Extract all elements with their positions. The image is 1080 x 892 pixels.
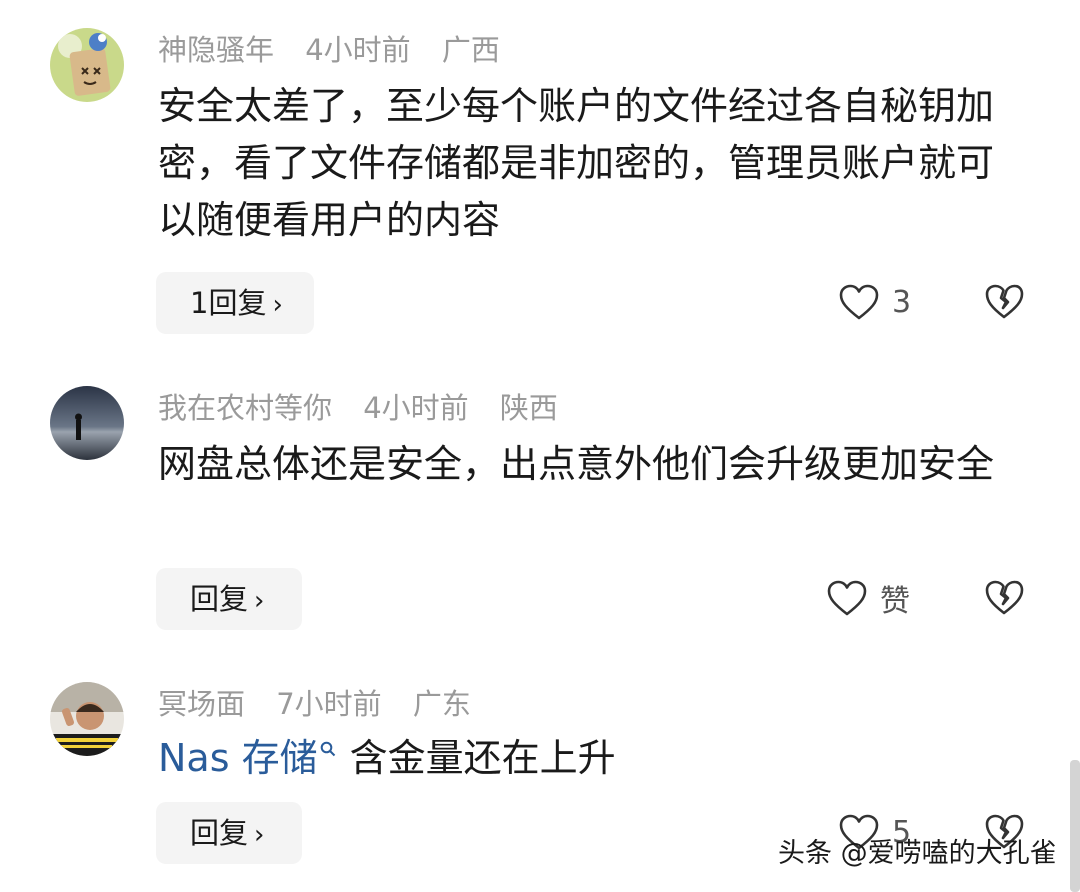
chevron-right-icon: › xyxy=(254,820,265,850)
username[interactable]: 冥场面 xyxy=(158,687,245,721)
timestamp: 4小时前 xyxy=(363,391,469,425)
comment-text: Nas 存储 含金量还在上升 xyxy=(158,730,1018,787)
avatar[interactable] xyxy=(50,28,124,102)
like-count: 3 xyxy=(892,284,912,320)
cartoon-avatar-icon xyxy=(50,28,124,102)
avatar[interactable] xyxy=(50,386,124,460)
comment-meta: 神隐骚年 4小时前 广西 xyxy=(158,32,522,68)
location: 陕西 xyxy=(499,391,558,425)
heart-icon xyxy=(827,580,867,616)
like-button[interactable]: 赞 xyxy=(826,576,910,620)
scrollbar[interactable] xyxy=(1070,760,1080,892)
reply-label: 回复 xyxy=(190,816,249,850)
reply-button[interactable]: 回复 › xyxy=(156,802,302,864)
like-count: 赞 xyxy=(880,584,910,619)
chevron-right-icon: › xyxy=(254,586,265,616)
dislike-broken-heart-icon[interactable] xyxy=(984,282,1024,322)
username[interactable]: 我在农村等你 xyxy=(158,391,332,425)
timestamp: 7小时前 xyxy=(276,687,382,721)
username[interactable]: 神隐骚年 xyxy=(158,33,274,67)
reply-button[interactable]: 1回复 › xyxy=(156,272,314,334)
like-button[interactable]: 3 xyxy=(838,280,911,324)
chevron-right-icon: › xyxy=(272,290,283,320)
location: 广东 xyxy=(412,687,471,721)
reply-button[interactable]: 回复 › xyxy=(156,568,302,630)
comment-text-rest: 含金量还在上升 xyxy=(349,736,616,780)
watermark: 头条 @爱唠嗑的大孔雀 xyxy=(778,838,1057,869)
comment-text: 安全太差了，至少每个账户的文件经过各自秘钥加密，看了文件存储都是非加密的，管理员… xyxy=(158,84,995,242)
photo-avatar-icon xyxy=(50,682,124,756)
dislike-broken-heart-icon[interactable] xyxy=(984,578,1024,618)
search-term-link[interactable]: Nas 存储 xyxy=(158,736,318,780)
comment-text: 网盘总体还是安全，出点意外他们会升级更加安全 xyxy=(158,442,995,486)
avatar[interactable] xyxy=(50,682,124,756)
reply-label: 1回复 xyxy=(190,286,267,320)
location: 广西 xyxy=(441,33,500,67)
heart-icon xyxy=(839,284,879,320)
silhouette-avatar-icon xyxy=(50,386,124,460)
search-icon[interactable] xyxy=(320,741,336,757)
comment-meta: 冥场面 7小时前 广东 xyxy=(158,686,493,722)
timestamp: 4小时前 xyxy=(305,33,411,67)
comment-meta: 我在农村等你 4小时前 陕西 xyxy=(158,390,580,426)
reply-label: 回复 xyxy=(190,582,249,616)
